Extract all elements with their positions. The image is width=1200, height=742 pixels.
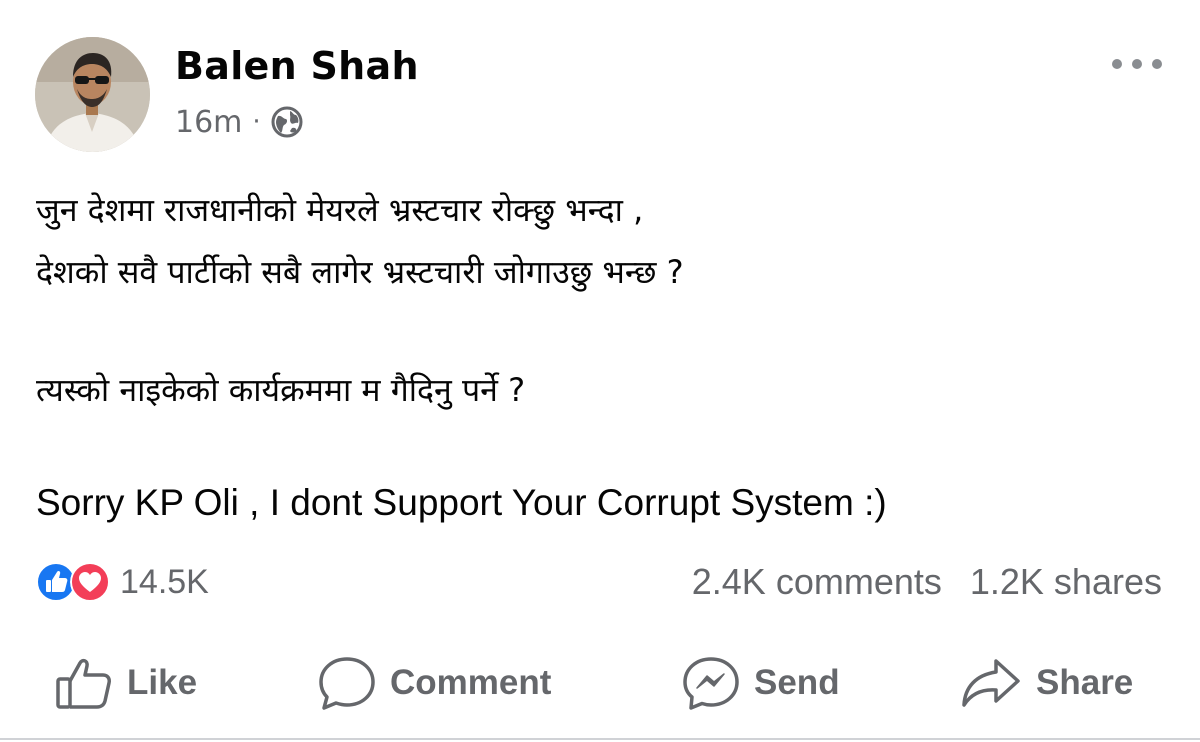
comment-label: Comment [390, 663, 552, 702]
divider [0, 738, 1200, 740]
meta-separator: · [252, 107, 261, 137]
engagement-counts: 2.4K comments 1.2K shares [692, 560, 1162, 604]
like-label: Like [127, 663, 198, 702]
post-text-line: जुन देशमा राजधानीको मेयरले भ्रस्टचार रोक… [36, 191, 644, 229]
reaction-count: 14.5K [120, 562, 209, 601]
post-text-line: देशको सवै पार्टीको सबै लागेर भ्रस्टचारी … [36, 253, 684, 291]
like-button[interactable]: Like [55, 648, 197, 718]
share-label: Share [1036, 663, 1134, 702]
send-button[interactable]: Send [682, 648, 840, 718]
profile-photo [35, 37, 150, 152]
facebook-post: Balen Shah 16m · जुन देशमा राजधानीको मेय… [0, 0, 1200, 742]
comments-count[interactable]: 2.4K comments [692, 561, 942, 603]
post-meta: 16m · [175, 104, 305, 140]
send-label: Send [754, 663, 840, 702]
like-icon [56, 658, 111, 709]
post-timestamp[interactable]: 16m [175, 105, 242, 140]
globe-icon[interactable] [269, 104, 305, 140]
post-text-line: Sorry KP Oli , I dont Support Your Corru… [36, 482, 887, 523]
love-reaction-icon [70, 562, 110, 602]
share-icon [962, 659, 1020, 707]
comment-icon [319, 657, 375, 710]
post-text-line: त्यस्को नाइकेको कार्यक्रममा म गैदिनु पर्… [36, 371, 526, 409]
avatar[interactable] [35, 37, 150, 152]
comment-button[interactable]: Comment [318, 648, 551, 718]
more-options-icon[interactable] [1112, 54, 1162, 74]
messenger-icon [683, 657, 739, 710]
share-button[interactable]: Share [960, 648, 1133, 718]
shares-count[interactable]: 1.2K shares [970, 561, 1162, 603]
action-bar: Like Comment Send Share [0, 648, 1200, 718]
author-name[interactable]: Balen Shah [175, 44, 419, 88]
reactions-summary[interactable]: 14.5K [36, 560, 209, 604]
